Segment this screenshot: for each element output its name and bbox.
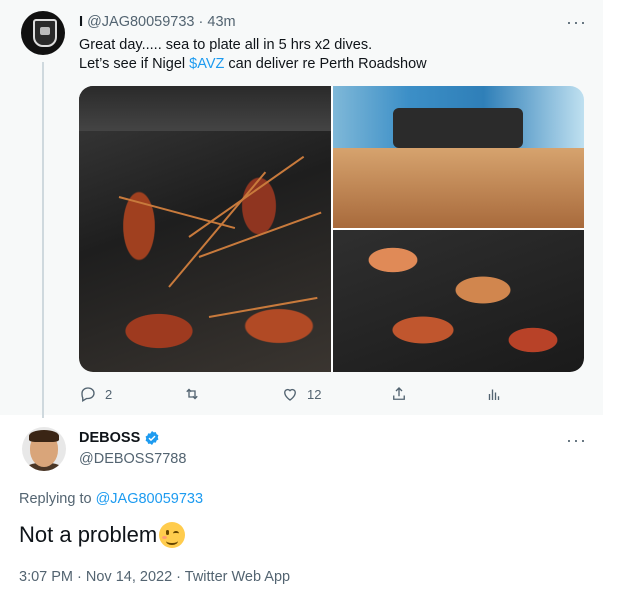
analytics-icon [488,389,500,400]
reply-tweet: DEBOSS @DEBOSS7788 ··· Replying to @JAG8… [0,418,603,601]
reply-count: 2 [105,386,113,402]
reply-button[interactable]: 2 [79,383,112,405]
more-icon[interactable]: ··· [566,12,587,33]
tweet-text-line-1: Great day..... sea to plate all in 5 hrs… [79,37,373,53]
like-count: 12 [307,386,322,402]
reply-text: Not a problem [19,522,186,548]
tweet-text: Great day..... sea to plate all in 5 hrs… [79,36,427,74]
retweet-icon [186,388,198,400]
photo-grilled-tails-on-bbq[interactable] [333,86,584,228]
more-icon[interactable]: ··· [566,430,587,451]
reply-icon [81,387,95,402]
tweet-actions: 2 12 [79,383,519,407]
display-name[interactable]: DEBOSS [79,430,140,446]
like-button[interactable]: 12 [281,383,321,405]
tweet-text-line-2: Let’s see if Nigel $AVZ can deliver re P… [79,56,427,72]
cashtag-link[interactable]: $AVZ [189,56,224,72]
thread-connector-line [42,62,44,418]
replying-to-link[interactable]: @JAG80059733 [96,491,203,507]
retweet-button[interactable] [183,383,209,405]
share-button[interactable] [390,383,408,405]
tweet-header: I @JAG80059733 · 43m [79,14,236,30]
analytics-button[interactable] [485,383,503,405]
timestamp[interactable]: · 43m [199,14,236,30]
display-name-line: DEBOSS [79,430,160,446]
replying-to: Replying to @JAG80059733 [19,491,204,507]
photo-grilled-lobster-closeup[interactable] [333,230,584,372]
reply-text-content: Not a problem [19,522,158,547]
media-grid [79,86,584,372]
avatar-deboss[interactable] [22,427,66,471]
parent-tweet[interactable]: I @JAG80059733 · 43m ··· Great day..... … [0,0,603,418]
share-icon [393,387,405,400]
winking-face-emoji-icon [159,522,186,548]
verified-badge-icon [145,431,159,445]
avatar-jag[interactable] [21,11,65,55]
tweet-metadata[interactable]: 3:07 PM · Nov 14, 2022 · Twitter Web App [19,569,290,585]
display-name[interactable]: I [79,14,83,30]
handle[interactable]: @DEBOSS7788 [79,451,186,467]
photo-lobsters-in-tub[interactable] [79,86,331,372]
handle[interactable]: @JAG80059733 [87,14,194,30]
like-icon [284,388,296,401]
